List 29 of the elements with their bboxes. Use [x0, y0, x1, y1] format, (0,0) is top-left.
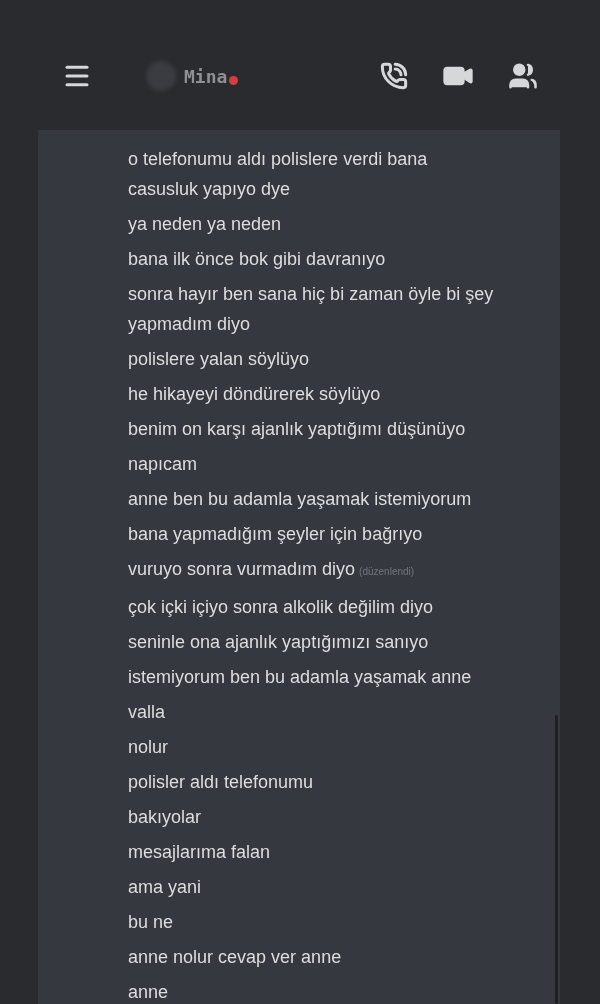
message-text: bu ne — [128, 911, 175, 934]
message-text: benim on karşı ajanlık yaptığımı düşünüyo — [128, 418, 467, 441]
message-text: bana ilk önce bok gibi davranıyo — [128, 248, 387, 271]
message-text: napıcam — [128, 453, 199, 476]
message-text: sonra hayır ben sana hiç bi zaman öyle bi şey — [128, 283, 495, 306]
message-text: nolur — [128, 736, 170, 759]
message-text: vuruyo sonra vurmadım diyo (düzenlendi) — [128, 558, 416, 581]
message-text: valla — [128, 701, 167, 724]
message-text: seninle ona ajanlık yaptığımızı sanıyo — [128, 631, 430, 654]
message-text: anne nolur cevap ver anne — [128, 946, 343, 969]
message-text: he hikayeyi döndürerek söylüyo — [128, 383, 382, 406]
message-text: çok içki içiyo sonra alkolik değilim diyo — [128, 596, 435, 619]
message-text: o telefonumu aldı polislere verdi bana — [128, 148, 429, 171]
message-text: polisler aldı telefonumu — [128, 771, 315, 794]
channel-name: Mina — [184, 65, 228, 87]
message-text: anne — [128, 981, 170, 1004]
members-icon[interactable] — [508, 61, 538, 91]
message-text: ama yani — [128, 876, 203, 899]
message-text: bana yapmadığım şeyler için bağrıyo — [128, 523, 424, 546]
message-text: mesajlarıma falan — [128, 841, 272, 864]
message-text: ya neden ya neden — [128, 213, 283, 236]
message-text: bakıyolar — [128, 806, 203, 829]
message-text: istemiyorum ben bu adamla yaşamak anne — [128, 666, 473, 689]
message-text: anne ben bu adamla yaşamak istemiyorum — [128, 488, 473, 511]
edited-label: (düzenlendi) — [359, 566, 415, 577]
message-text: casusluk yapıyo dye — [128, 178, 292, 201]
phone-call-icon[interactable] — [380, 62, 408, 90]
message-text: polislere yalan söylüyo — [128, 348, 311, 371]
message-text: yapmadım diyo — [128, 313, 252, 336]
